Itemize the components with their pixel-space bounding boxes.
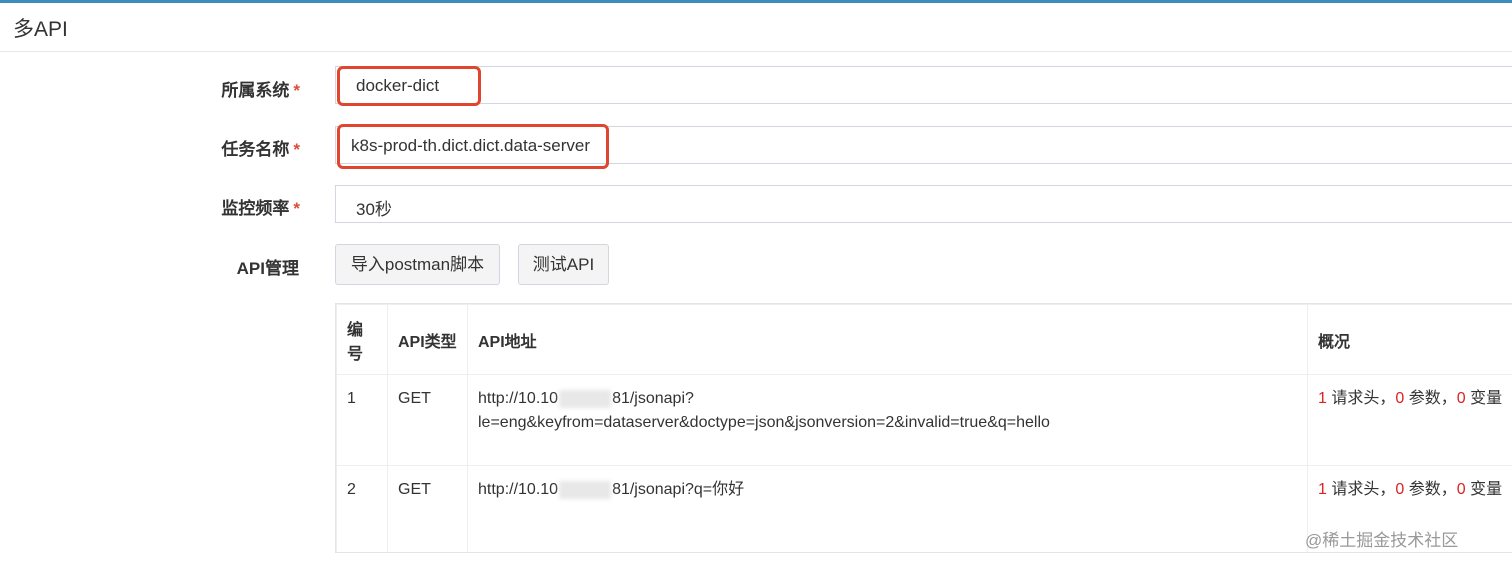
system-highlight-box xyxy=(337,66,481,106)
url-prefix: http://10.10 xyxy=(478,481,559,498)
test-api-button[interactable]: 测试API xyxy=(518,244,609,285)
url-query: le=eng&keyfrom=dataserver&doctype=json&j… xyxy=(478,414,1050,431)
table-row[interactable]: 1 GET http://10.10 81/jsonapi? le=eng&key… xyxy=(336,374,1512,466)
watermark: @稀土掘金技术社区 xyxy=(1305,531,1459,550)
interval-select-value: 30秒 xyxy=(356,200,392,219)
url-prefix: http://10.10 xyxy=(478,390,559,407)
column-header-url: API地址 xyxy=(467,304,1308,375)
row-index: 1 xyxy=(336,374,388,466)
interval-select[interactable]: 30秒 xyxy=(335,185,1512,223)
system-input[interactable]: docker-dict xyxy=(335,66,1512,104)
params-count: 0 xyxy=(1395,481,1405,498)
column-header-summary: 概况 xyxy=(1307,304,1512,375)
required-mark: * xyxy=(293,81,300,100)
row-url: http://10.10 81/jsonapi? le=eng&keyfrom=d… xyxy=(467,374,1308,466)
vars-label: 变量 xyxy=(1470,390,1503,407)
api-manage-label: API管理 xyxy=(236,259,299,278)
import-postman-button[interactable]: 导入postman脚本 xyxy=(335,244,500,285)
system-label: 所属系统 * xyxy=(221,76,300,101)
row-index: 2 xyxy=(336,465,388,552)
system-label-text: 所属系统 xyxy=(221,81,290,100)
redacted-ip xyxy=(559,389,612,408)
row-method: GET xyxy=(387,465,468,552)
page-header: 多API xyxy=(0,3,1512,52)
required-mark: * xyxy=(293,140,300,159)
interval-label-text: 监控频率 xyxy=(221,199,290,218)
headers-label: 请求头， xyxy=(1331,481,1396,498)
column-header-method: API类型 xyxy=(387,304,468,375)
url-suffix: 81/jsonapi?q=你好 xyxy=(612,481,745,498)
headers-label: 请求头， xyxy=(1331,390,1396,407)
row-url: http://10.10 81/jsonapi?q=你好 xyxy=(467,465,1308,552)
url-suffix: 81/jsonapi? xyxy=(612,390,694,407)
headers-count: 1 xyxy=(1318,390,1327,407)
task-label-text: 任务名称 xyxy=(221,140,290,159)
task-highlight-box xyxy=(337,124,609,169)
vars-count: 0 xyxy=(1456,390,1466,407)
params-label: 参数， xyxy=(1408,390,1457,407)
column-header-index: 编号 xyxy=(336,304,388,375)
interval-label: 监控频率 * xyxy=(221,194,300,219)
api-table: 编号 API类型 API地址 概况 1 GET http://10.10 81/j… xyxy=(335,303,1512,553)
redacted-ip xyxy=(559,480,612,499)
row-method: GET xyxy=(387,374,468,466)
required-mark: * xyxy=(293,199,300,218)
headers-count: 1 xyxy=(1318,481,1327,498)
vars-label: 变量 xyxy=(1470,481,1503,498)
params-count: 0 xyxy=(1395,390,1405,407)
vars-count: 0 xyxy=(1456,481,1466,498)
params-label: 参数， xyxy=(1408,481,1457,498)
page-title: 多API xyxy=(13,18,68,41)
row-summary: 1 请求头，0 参数，0 变量 xyxy=(1307,374,1512,466)
table-header-row: 编号 API类型 API地址 概况 xyxy=(336,304,1512,375)
task-label: 任务名称 * xyxy=(221,135,300,160)
